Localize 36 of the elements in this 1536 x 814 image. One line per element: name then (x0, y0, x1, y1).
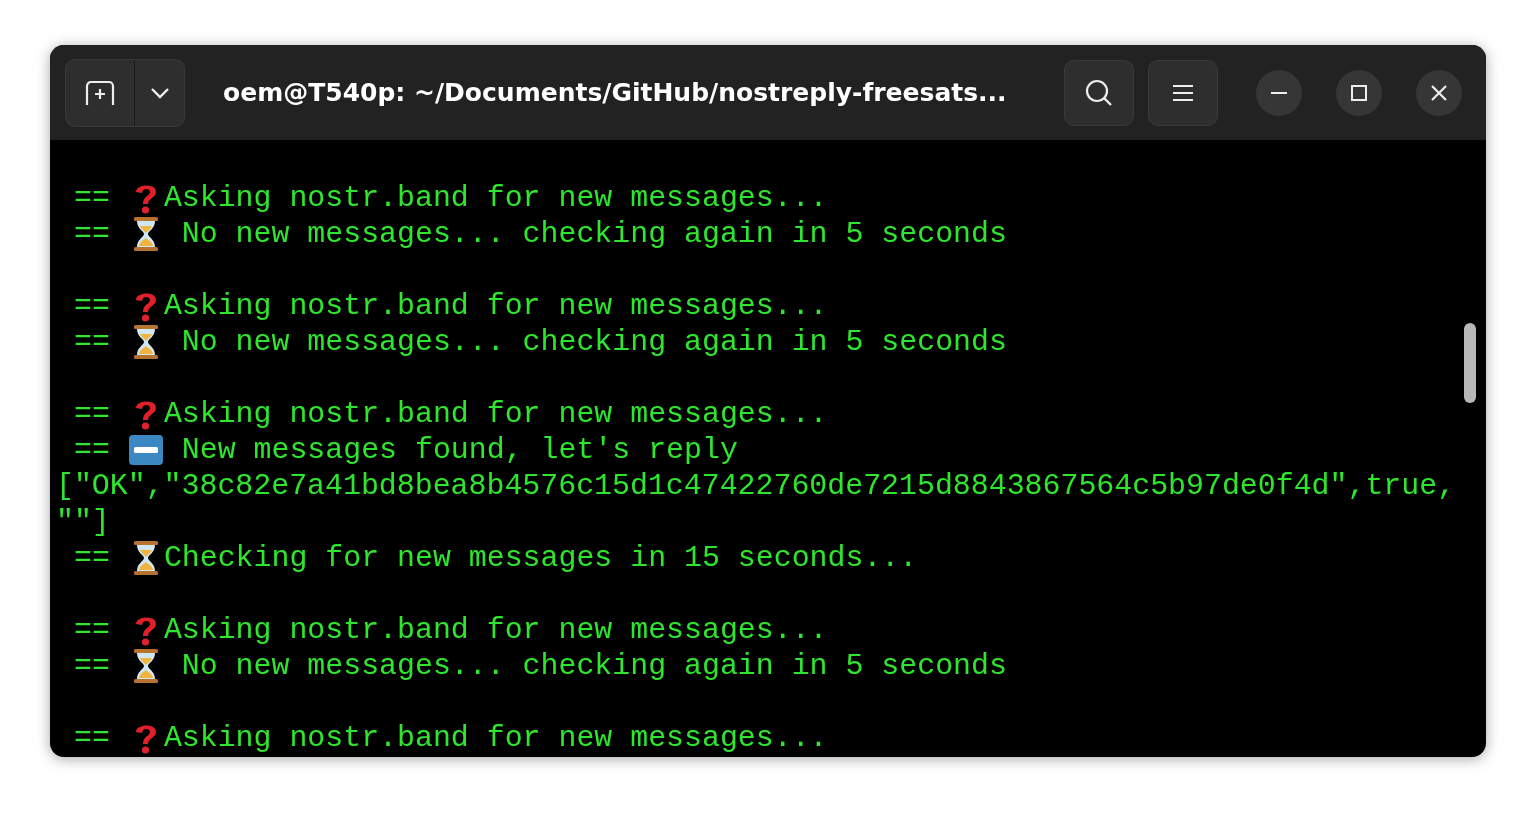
close-icon (1431, 84, 1447, 101)
line-prefix: == (74, 648, 110, 684)
output-line: Checking for new messages in 15 seconds... (163, 540, 918, 576)
close-button[interactable] (1416, 69, 1462, 116)
line-prefix: == (74, 324, 110, 360)
line-prefix: == (74, 216, 110, 252)
output-line: Asking nostr.band for new messages... (163, 180, 828, 216)
output-line: No new messages... checking again in 5 seconds (180, 216, 1007, 252)
maximize-button[interactable] (1336, 69, 1382, 116)
minimize-icon (1271, 90, 1287, 95)
line-prefix: == (74, 540, 110, 576)
output-line: Asking nostr.band for new messages... (163, 720, 828, 756)
output-line: Asking nostr.band for new messages... (163, 396, 828, 432)
line-prefix: == (74, 288, 110, 324)
scrollbar[interactable] (1464, 323, 1476, 403)
line-prefix: == (74, 432, 110, 468)
chevron-down-icon (149, 86, 170, 99)
search-icon (1085, 78, 1113, 107)
output-line: No new messages... checking again in 5 seconds (180, 648, 1007, 684)
line-prefix: == (74, 720, 110, 756)
window-title: oem@T540p: ~/Documents/GitHub/nostreply-freesats... (223, 78, 1008, 107)
line-prefix: == (74, 396, 110, 432)
output-line: Asking nostr.band for new messages... (163, 288, 828, 324)
output-line: New messages found, let's reply (180, 432, 738, 468)
output-line: ""] (56, 504, 110, 540)
menu-icon (1172, 83, 1194, 102)
output-line: ["OK","38c82e7a41bd8bea8b4576c15d1c47422760de7215d8843867564c5b97de0f4d",true, (56, 468, 1456, 504)
line-prefix: == (74, 612, 110, 648)
new-tab-icon (85, 79, 115, 106)
new-badge-icon (127, 433, 164, 467)
maximize-icon (1351, 84, 1367, 101)
line-prefix: == (74, 180, 110, 216)
search-button[interactable] (1064, 59, 1134, 126)
menu-button[interactable] (1148, 59, 1218, 126)
output-line: Asking nostr.band for new messages... (163, 612, 828, 648)
output-line: No new messages... checking again in 5 seconds (180, 324, 1007, 360)
